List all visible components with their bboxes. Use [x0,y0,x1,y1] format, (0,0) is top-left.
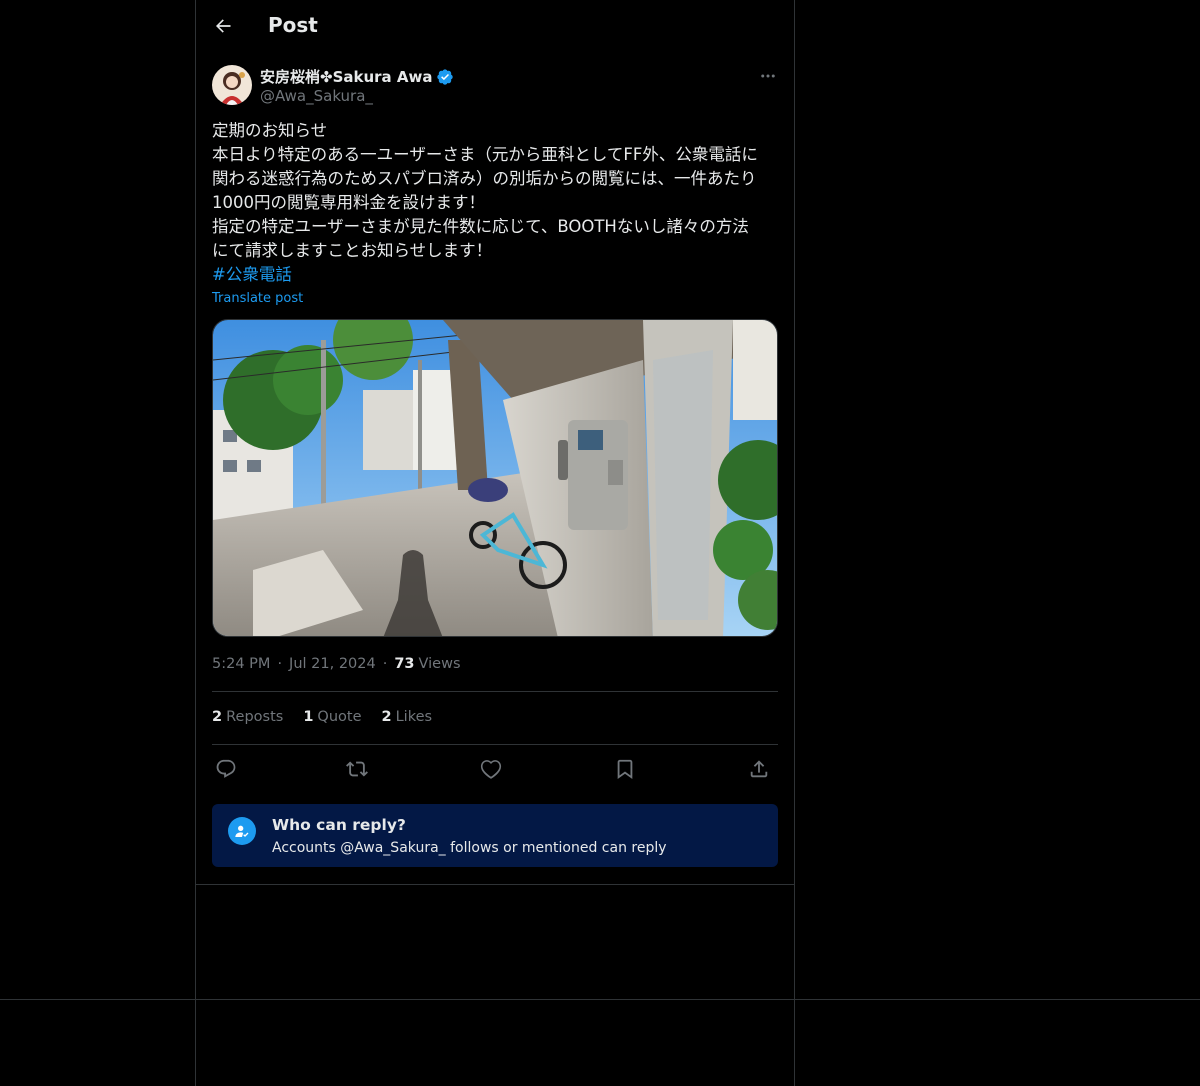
verified-badge-icon[interactable] [436,68,454,86]
post-text: 定期のお知らせ 本日より特定のある一ユーザーさま（元から亜科としてFF外、公衆電… [212,119,782,287]
likes-stat[interactable]: 2 Likes [382,709,433,725]
user-check-icon [228,817,256,845]
reply-button[interactable] [212,755,240,783]
separator-dot: · [277,656,283,672]
back-button[interactable] [208,11,238,41]
likes-label: Likes [395,709,433,725]
share-button[interactable] [745,755,773,783]
author-name[interactable]: 安房桜梢✤Sakura Awa [260,66,454,87]
post-text-line: 指定の特定ユーザーさまが見た件数に応じて、BOOTHないし諸々の方法 [212,217,749,236]
avatar-image [212,65,252,105]
views-count[interactable]: 73 [394,656,414,672]
share-icon [750,760,768,778]
who-can-reply-description: Accounts @Awa_Sakura_ follows or mention… [272,840,667,856]
post-text-line: 関わる迷惑行為のためスパブロ済み）の別垢からの閲覧には、一件あたり [212,169,757,188]
header: Post [196,0,794,54]
engagement-stats: 2 Reposts 1 Quote 2 Likes [212,709,452,725]
more-dots-icon [761,74,775,78]
post-media-photo[interactable] [212,319,778,637]
who-can-reply-notice: Who can reply? Accounts @Awa_Sakura_ fol… [212,804,778,867]
action-bar [212,753,782,785]
post-text-line: にて請求しますことお知らせします！ [212,241,493,260]
bookmark-button[interactable] [611,755,639,783]
likes-count: 2 [381,709,392,725]
post-meta: 5:24 PM · Jul 21, 2024 · 73 Views [212,656,461,672]
quotes-stat[interactable]: 1 Quote [303,709,361,725]
post-time[interactable]: 5:24 PM [212,656,270,672]
page-title: Post [268,13,318,37]
quotes-count: 1 [303,709,314,725]
arrow-left-icon [216,19,231,33]
avatar[interactable] [212,65,252,105]
post-date[interactable]: Jul 21, 2024 [289,656,376,672]
like-button[interactable] [477,755,505,783]
post-bottom-divider [196,884,794,885]
reposts-count: 2 [212,709,223,725]
repost-button[interactable] [343,755,371,783]
bookmark-icon [617,759,633,780]
phone-booth-photo [213,320,777,636]
translate-post-link[interactable]: Translate post [212,291,303,306]
author-display-name: 安房桜梢✤Sakura Awa [260,68,433,86]
speech-bubble-icon [216,759,236,778]
repost-icon [346,761,368,777]
page-bottom-divider [0,999,1200,1000]
author-handle[interactable]: @Awa_Sakura_ [260,87,373,105]
reposts-label: Reposts [226,709,284,725]
more-options-button[interactable] [754,62,782,90]
reposts-stat[interactable]: 2 Reposts [212,709,283,725]
who-can-reply-title: Who can reply? [272,816,406,834]
column-border-left [195,0,196,1086]
divider [212,744,778,745]
post-text-line: 1000円の閲覧専用料金を設けます！ [212,193,485,212]
separator-dot: · [382,656,388,672]
page: Post 安房桜梢✤Sakura Awa @Awa_Sakura_ 定期のお知ら… [0,0,1200,1086]
views-label[interactable]: Views [419,656,461,672]
quotes-label: Quote [317,709,362,725]
column-border-right [794,0,795,1086]
post-text-line: 本日より特定のある一ユーザーさま（元から亜科としてFF外、公衆電話に [212,145,758,164]
heart-icon [480,760,502,779]
hashtag-link[interactable]: #公衆電話 [212,263,782,287]
divider [212,691,778,692]
post-text-line: 定期のお知らせ [212,121,328,140]
